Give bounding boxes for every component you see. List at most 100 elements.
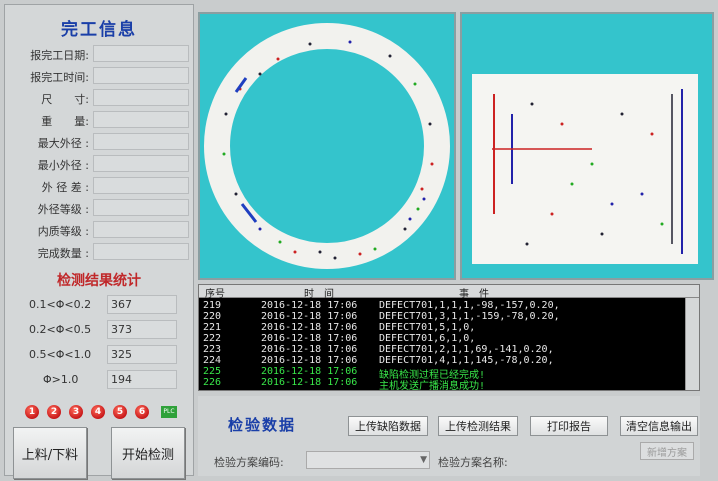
scheme-code-select[interactable]: ▼ [306, 451, 430, 469]
log-event: DEFECT701,3,1,1,-159,-78,0.20, [379, 311, 560, 322]
scan-defect-dots [525, 102, 664, 246]
field-value [93, 221, 189, 238]
log-row[interactable]: 221 2016-12-18 17:06 DEFECT701,5,1,0, [199, 322, 699, 333]
log-header-event: 事 件 [459, 289, 489, 300]
field-report-time: 报完工时间: [13, 67, 191, 85]
finish-info-panel: 完工信息 报完工日期: 报完工时间: 尺 寸: 重 量: 最大外径 : 最小外径… [4, 4, 194, 479]
log-time: 2016-12-18 17:06 [261, 344, 358, 355]
log-time: 2016-12-18 17:06 [261, 377, 358, 388]
start-detect-button[interactable]: 开始检测 [111, 427, 185, 479]
log-row[interactable]: 224 2016-12-18 17:06 DEFECT701,4,1,1,145… [199, 355, 699, 366]
field-value [93, 133, 189, 150]
log-row[interactable]: 226 2016-12-18 17:06 主机发送广播消息成功! [199, 377, 699, 392]
log-time: 2016-12-18 17:06 [261, 333, 358, 344]
print-report-button[interactable]: 打印报告 [530, 416, 608, 436]
scan-defect-plot [492, 89, 683, 254]
log-event: 主机发送广播消息成功! [379, 381, 486, 392]
stat-label: Φ>1.0 [43, 373, 79, 386]
field-od-grade: 外径等级 : [13, 199, 191, 217]
field-label: 报完工日期: [30, 49, 89, 62]
field-label: 外 径 差 : [41, 181, 89, 194]
field-report-date: 报完工日期: [13, 45, 191, 63]
log-event: DEFECT701,5,1,0, [379, 322, 476, 333]
log-row[interactable]: 223 2016-12-18 17:06 DEFECT701,2,1,1,69,… [199, 344, 699, 355]
log-time: 2016-12-18 17:06 [261, 300, 358, 311]
load-unload-button[interactable]: 上料/下料 [13, 427, 87, 479]
ring-defect-map [204, 23, 450, 269]
stat-row: 0.5<Φ<1.0 325 [19, 345, 189, 365]
field-value [93, 111, 189, 128]
stats-title: 检测结果统计 [57, 273, 141, 289]
status-lamp-2: 2 [47, 405, 61, 419]
log-time: 2016-12-18 17:06 [261, 355, 358, 366]
stat-label: 0.1<Φ<0.2 [29, 298, 92, 311]
chevron-down-icon: ▼ [420, 455, 427, 465]
stat-row: Φ>1.0 194 [19, 370, 189, 390]
field-value [93, 199, 189, 216]
stat-value: 194 [107, 370, 177, 389]
status-lamp-1: 1 [25, 405, 39, 419]
log-time: 2016-12-18 17:06 [261, 366, 358, 377]
field-value [93, 155, 189, 172]
field-size: 尺 寸: [13, 89, 191, 107]
scan-defect-view [460, 12, 714, 280]
stat-row: 0.2<Φ<0.5 373 [19, 320, 189, 340]
stat-label: 0.5<Φ<1.0 [29, 348, 92, 361]
scan-defect-map [472, 74, 698, 264]
log-header-seq: 序号 [205, 289, 225, 300]
status-lamps: 1 2 3 4 5 6 PLC [25, 405, 185, 421]
log-row[interactable]: 219 2016-12-18 17:06 DEFECT701,1,1,1,-98… [199, 300, 699, 311]
log-event: DEFECT701,1,1,1,-98,-157,0.20, [379, 300, 560, 311]
scheme-code-label: 检验方案编码: [214, 456, 284, 469]
field-label: 外径等级 : [37, 203, 89, 216]
field-weight: 重 量: [13, 111, 191, 129]
clear-output-button[interactable]: 清空信息输出 [620, 416, 698, 436]
stat-value: 367 [107, 295, 177, 314]
status-lamp-4: 4 [91, 405, 105, 419]
inspection-panel: 检验数据 上传缺陷数据 上传检测结果 打印报告 清空信息输出 检验方案编码: ▼… [198, 396, 700, 476]
ring-shape [204, 23, 450, 269]
finish-info-title: 完工信息 [61, 20, 137, 40]
disabled-scheme-button[interactable]: 新增方案 [640, 442, 694, 460]
field-value [93, 45, 189, 62]
field-min-od: 最小外径 : [13, 155, 191, 173]
log-header: 序号 时 间 事 件 [199, 285, 699, 300]
field-label: 最小外径 : [37, 159, 89, 172]
field-max-od: 最大外径 : [13, 133, 191, 151]
stat-row: 0.1<Φ<0.2 367 [19, 295, 189, 315]
scheme-name-label: 检验方案名称: [438, 456, 508, 469]
log-seq: 223 [203, 344, 222, 355]
log-event: DEFECT701,4,1,1,145,-78,0.20, [379, 355, 554, 366]
upload-defect-button[interactable]: 上传缺陷数据 [348, 416, 428, 436]
event-log[interactable]: 序号 时 间 事 件 219 2016-12-18 17:06 DEFECT70… [198, 284, 700, 392]
upload-result-button[interactable]: 上传检测结果 [438, 416, 518, 436]
log-event: DEFECT701,2,1,1,69,-141,0.20, [379, 344, 554, 355]
field-label: 尺 寸: [41, 93, 89, 106]
log-header-time: 时 间 [304, 289, 334, 300]
ring-defect-view [198, 12, 456, 280]
inspection-title: 检验数据 [228, 416, 297, 434]
field-label: 完成数量 : [37, 247, 89, 260]
field-label: 报完工时间: [30, 71, 89, 84]
status-lamp-5: 5 [113, 405, 127, 419]
log-seq: 224 [203, 355, 222, 366]
log-row[interactable]: 220 2016-12-18 17:06 DEFECT701,3,1,1,-15… [199, 311, 699, 322]
log-time: 2016-12-18 17:06 [261, 311, 358, 322]
field-quality-grade: 内质等级 : [13, 221, 191, 239]
field-label: 最大外径 : [37, 137, 89, 150]
plc-status-icon: PLC [161, 406, 177, 418]
stat-value: 373 [107, 320, 177, 339]
status-lamp-6: 6 [135, 405, 149, 419]
stat-value: 325 [107, 345, 177, 364]
log-seq: 221 [203, 322, 222, 333]
log-row[interactable]: 222 2016-12-18 17:06 DEFECT701,6,1,0, [199, 333, 699, 344]
log-row[interactable]: 225 2016-12-18 17:06 缺陷检测过程已经完成! [199, 366, 699, 381]
field-value [93, 177, 189, 194]
field-finish-qty: 完成数量 : [13, 243, 191, 261]
log-seq: 226 [203, 377, 222, 388]
log-event: DEFECT701,6,1,0, [379, 333, 476, 344]
log-scrollbar[interactable] [685, 298, 699, 390]
field-value [93, 67, 189, 84]
field-od-diff: 外 径 差 : [13, 177, 191, 195]
field-value [93, 89, 189, 106]
